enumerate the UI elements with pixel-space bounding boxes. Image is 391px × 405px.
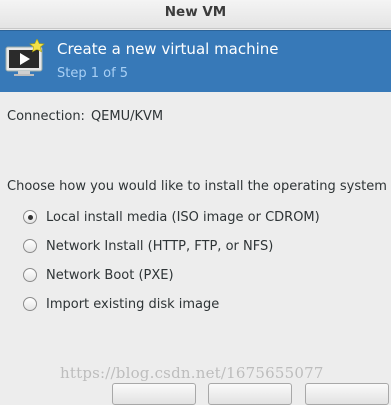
step-indicator: Step 1 of 5	[57, 66, 129, 81]
radio-button-selected[interactable]	[23, 210, 37, 224]
radio-import-disk-image[interactable]: Import existing disk image	[23, 295, 219, 313]
header-title: Create a new virtual machine	[57, 40, 279, 58]
window-titlebar[interactable]: New VM	[0, 0, 391, 29]
radio-label: Network Boot (PXE)	[46, 267, 174, 283]
footer-button[interactable]	[208, 383, 292, 405]
install-question: Choose how you would like to install the…	[7, 179, 387, 194]
footer-button[interactable]	[305, 383, 389, 405]
monitor-star-icon	[5, 39, 45, 76]
footer-button[interactable]	[112, 383, 196, 405]
connection-value: QEMU/KVM	[90, 109, 164, 124]
radio-local-install-media[interactable]: Local install media (ISO image or CDROM)	[23, 208, 320, 226]
radio-label: Network Install (HTTP, FTP, or NFS)	[46, 238, 274, 254]
radio-network-boot[interactable]: Network Boot (PXE)	[23, 266, 174, 284]
watermark: https://blog.csdn.net/1675655077	[60, 364, 324, 382]
window-title: New VM	[164, 4, 227, 20]
header-banner: Create a new virtual machine Step 1 of 5	[0, 30, 391, 92]
radio-button[interactable]	[23, 239, 37, 253]
radio-label: Import existing disk image	[46, 296, 220, 312]
radio-button[interactable]	[23, 297, 37, 311]
radio-button[interactable]	[23, 268, 37, 282]
connection-row: Connection: QEMU/KVM	[7, 109, 163, 124]
radio-network-install[interactable]: Network Install (HTTP, FTP, or NFS)	[23, 237, 273, 255]
radio-label: Local install media (ISO image or CDROM)	[46, 209, 320, 225]
connection-label: Connection:	[7, 109, 85, 124]
